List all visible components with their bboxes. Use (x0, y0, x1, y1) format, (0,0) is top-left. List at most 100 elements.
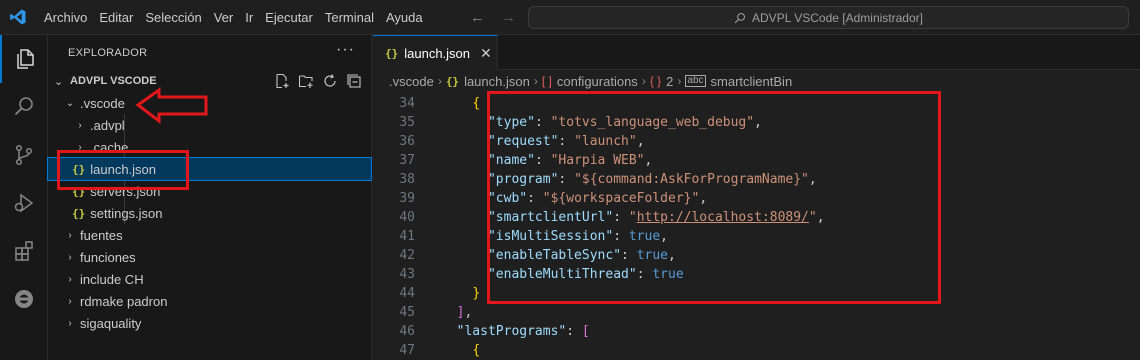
tree-item-sigaquality[interactable]: › sigaquality (48, 312, 371, 334)
tree-item-label: funciones (80, 249, 136, 265)
tree-item-settings-json[interactable]: {} settings.json (48, 202, 371, 224)
refresh-icon[interactable] (321, 72, 339, 90)
breadcrumb: .vscode › {} launch.json › [ ] configura… (373, 70, 1140, 92)
close-icon[interactable]: ✕ (480, 45, 492, 62)
tree-item-label: .advpl (90, 117, 125, 133)
json-file-icon: {} (72, 206, 86, 220)
collapse-all-icon[interactable] (345, 72, 363, 90)
breadcrumb-array[interactable]: configurations (557, 74, 638, 89)
menu-ver[interactable]: Ver (208, 0, 240, 35)
code-text: { (472, 96, 481, 111)
annotation-box-launch-json (57, 150, 189, 190)
line-number: 45 (399, 305, 415, 320)
line-number: 37 (399, 153, 415, 168)
line-number: 44 (399, 286, 415, 301)
chevron-right-icon: › (68, 273, 72, 285)
sidebar-title: EXPLORADOR (68, 47, 148, 59)
line-number: 43 (399, 267, 415, 282)
code-text: ], (456, 305, 473, 320)
code-line: 47 { (373, 341, 1140, 360)
vscode-logo-icon[interactable] (0, 0, 36, 35)
tree-item-fuentes[interactable]: › fuentes (48, 224, 371, 246)
new-folder-icon[interactable] (297, 72, 315, 90)
chevron-down-icon: ⌄ (65, 97, 75, 109)
chevron-right-icon: › (437, 74, 442, 88)
workspace-actions (273, 72, 363, 90)
navigation-arrows: ← → (470, 0, 516, 35)
editor-tab-bar: {} launch.json ✕ (373, 35, 1140, 70)
line-number: 34 (399, 96, 415, 111)
line-number: 47 (399, 343, 415, 358)
command-center-label: ADVPL VSCode [Administrador] (752, 10, 923, 25)
tab-launch-json[interactable]: {} launch.json ✕ (373, 35, 498, 70)
source-control-icon[interactable] (0, 131, 48, 179)
chevron-right-icon: › (68, 295, 72, 307)
tree-item-funciones[interactable]: › funciones (48, 246, 371, 268)
menu-archivo[interactable]: Archivo (38, 0, 93, 35)
json-file-icon: {} (385, 46, 399, 60)
menu-ejecutar[interactable]: Ejecutar (259, 0, 319, 35)
explorer-icon[interactable] (0, 35, 48, 83)
annotation-box-config (487, 91, 941, 304)
line-number: 39 (399, 191, 415, 206)
line-number: 46 (399, 324, 415, 339)
annotation-arrow (135, 87, 208, 125)
menu-bar: Archivo Editar Selección Ver Ir Ejecutar… (38, 0, 429, 35)
title-bar: Archivo Editar Selección Ver Ir Ejecutar… (0, 0, 1140, 35)
breadcrumb-prop[interactable]: smartclientBin (711, 74, 793, 89)
search-icon (734, 12, 746, 23)
line-number: 42 (399, 248, 415, 263)
tree-item-label: sigaquality (80, 315, 142, 331)
chevron-right-icon: › (68, 317, 72, 329)
extensions-icon[interactable] (0, 227, 48, 275)
chevron-right-icon: › (533, 74, 538, 88)
chevron-right-icon: › (641, 74, 646, 88)
new-file-icon[interactable] (273, 72, 291, 90)
chevron-right-icon: › (78, 119, 82, 131)
json-file-icon: {} (445, 74, 460, 88)
breadcrumb-index[interactable]: 2 (666, 74, 673, 89)
menu-seleccion[interactable]: Selección (139, 0, 207, 35)
breadcrumb-file[interactable]: launch.json (464, 74, 530, 89)
menu-terminal[interactable]: Terminal (319, 0, 380, 35)
code-text: } (472, 286, 481, 301)
chevron-right-icon: › (68, 229, 72, 241)
array-icon: [ ] (541, 74, 552, 88)
code-line: 45 ], (373, 303, 1140, 322)
menu-ir[interactable]: Ir (239, 0, 259, 35)
command-center-search[interactable]: ADVPL VSCode [Administrador] (528, 6, 1129, 29)
line-number: 41 (399, 229, 415, 244)
menu-ayuda[interactable]: Ayuda (380, 0, 429, 35)
arrow-left-icon[interactable]: ← (470, 9, 485, 26)
code-text: { (472, 343, 481, 358)
code-text: "lastPrograms": [ (456, 324, 590, 339)
line-number: 35 (399, 115, 415, 130)
tab-label: launch.json (404, 45, 471, 61)
tree-item-label: .vscode (80, 95, 125, 111)
object-icon: { } (649, 74, 662, 88)
line-number: 40 (399, 210, 415, 225)
more-actions-icon[interactable]: ··· (336, 41, 355, 59)
string-property-icon: abc (685, 75, 706, 87)
chevron-right-icon: › (677, 74, 682, 88)
tree-item-label: include CH (80, 271, 144, 287)
arrow-right-icon[interactable]: → (501, 9, 516, 26)
search-icon[interactable] (0, 83, 48, 131)
workspace-title: ADVPL VSCODE (70, 75, 157, 87)
menu-editar[interactable]: Editar (93, 0, 139, 35)
activity-bar (0, 35, 48, 360)
tree-item-include-ch[interactable]: › include CH (48, 268, 371, 290)
tree-item-label: rdmake padron (80, 293, 168, 309)
line-number: 38 (399, 172, 415, 187)
code-line: 46 "lastPrograms": [ (373, 322, 1140, 341)
line-number: 36 (399, 134, 415, 149)
tree-item-label: fuentes (80, 227, 123, 243)
chevron-down-icon: ⌄ (54, 75, 64, 88)
explorer-sidebar: EXPLORADOR ··· ⌄ ADVPL VSCODE ⌄ .vscode … (47, 35, 372, 360)
run-debug-icon[interactable] (0, 179, 48, 227)
tree-item-label: settings.json (90, 205, 163, 221)
tree-item-rdmake-padron[interactable]: › rdmake padron (48, 290, 371, 312)
breadcrumb-folder[interactable]: .vscode (389, 74, 434, 89)
totvs-icon[interactable] (0, 275, 48, 323)
chevron-right-icon: › (68, 251, 72, 263)
